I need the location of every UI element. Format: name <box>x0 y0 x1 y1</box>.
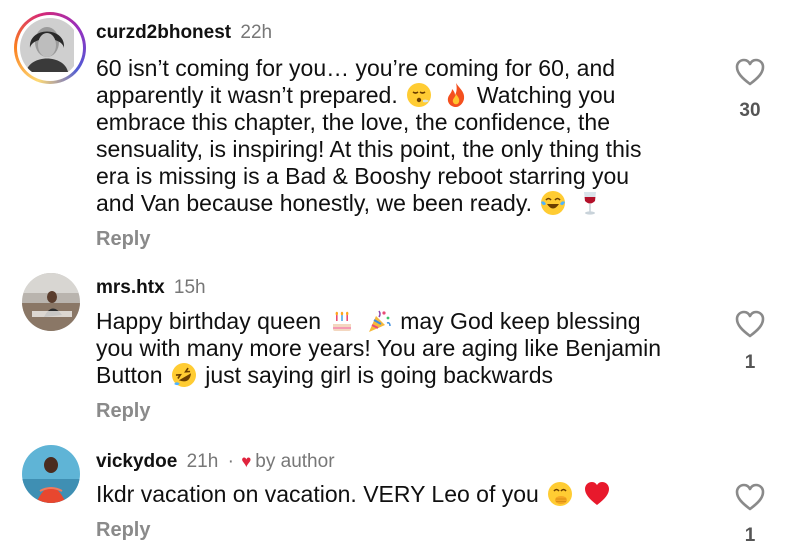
avatar[interactable] <box>22 445 80 503</box>
fire-emoji <box>447 83 464 107</box>
heart-icon[interactable] <box>735 310 765 338</box>
comment-line: Happy birthday queen may God keep blessi… <box>96 308 641 334</box>
like-control: 1 <box>731 483 769 547</box>
face-hand-over-mouth-emoji <box>548 482 573 506</box>
avatar[interactable] <box>22 273 80 331</box>
face-exhaling-emoji <box>407 83 432 107</box>
like-control: 30 <box>731 58 769 122</box>
separator: · <box>227 451 234 472</box>
story-ring[interactable] <box>14 12 86 84</box>
comment-line: 60 isn’t coming for you… you’re coming f… <box>96 55 616 81</box>
heart-icon[interactable] <box>735 58 765 86</box>
comment-line: you with many more years! You are aging … <box>96 335 662 361</box>
author-badge: by author <box>255 451 335 472</box>
comment-line: era is missing is a Bad & Booshy reboot … <box>96 163 630 189</box>
username[interactable]: curzd2bhonest <box>96 22 231 43</box>
username[interactable]: mrs.htx <box>96 277 165 298</box>
comment-line: apparently it wasn’t prepared. Watching … <box>96 82 616 108</box>
comment-line: Ikdr vacation on vacation. VERY Leo of y… <box>96 481 716 508</box>
timestamp: 15h <box>173 277 206 298</box>
like-count: 1 <box>744 525 756 546</box>
party-popper-emoji <box>368 310 391 332</box>
comment-item: curzd2bhonest 22h 60 isn’t coming for yo… <box>0 0 800 260</box>
rolling-laughing-emoji <box>171 363 196 387</box>
comment-item: mrs.htx 15h Happy birthday queen may God… <box>0 262 800 432</box>
author-liked-heart-icon: ♥ <box>241 452 252 471</box>
comment-line: and Van because honestly, we been ready. <box>96 190 716 217</box>
red-heart-emoji <box>584 482 609 505</box>
comment-line: embrace this chapter, the love, the conf… <box>96 109 610 135</box>
username[interactable]: vickydoe <box>96 451 177 472</box>
comment-line: Button just saying girl is going backwar… <box>96 362 716 389</box>
comment-meta: curzd2bhonest 22h <box>96 21 272 45</box>
comment-text: Happy birthday queen may God keep blessi… <box>96 308 716 389</box>
reply-button[interactable]: Reply <box>96 228 150 251</box>
timestamp: 22h <box>240 22 273 43</box>
reply-button[interactable]: Reply <box>96 400 150 423</box>
like-count: 1 <box>744 352 756 373</box>
avatar[interactable] <box>20 18 80 78</box>
comment-item: vickydoe 21h · ♥ by author Ikdr vacation … <box>0 434 800 560</box>
like-control: 1 <box>731 310 769 374</box>
comment-text: Ikdr vacation on vacation. VERY Leo of y… <box>96 481 716 508</box>
timestamp: 21h <box>186 451 219 472</box>
heart-icon[interactable] <box>735 483 765 511</box>
reply-button[interactable]: Reply <box>96 519 150 542</box>
birthday-cake-emoji <box>333 311 352 331</box>
wine-glass-emoji <box>583 192 596 215</box>
comment-meta: vickydoe 21h · ♥ by author <box>96 450 335 474</box>
like-count: 30 <box>739 100 761 121</box>
tears-of-joy-emoji <box>541 191 566 215</box>
comment-line: sensuality, is inspiring! At this point,… <box>96 136 642 162</box>
comment-text: 60 isn’t coming for you… you’re coming f… <box>96 55 716 217</box>
comment-meta: mrs.htx 15h <box>96 276 206 300</box>
